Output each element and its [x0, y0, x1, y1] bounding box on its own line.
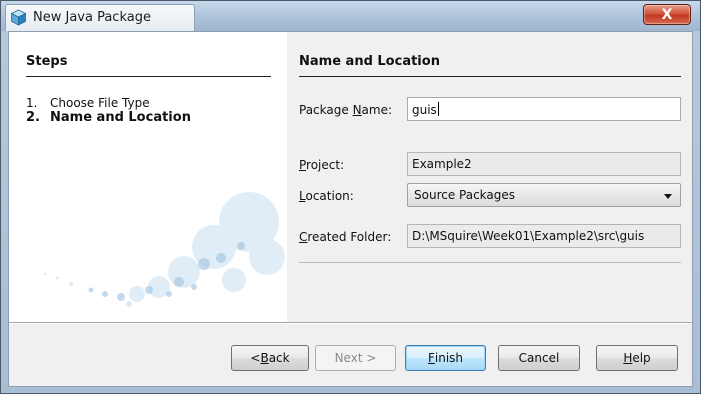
- dialog-content: Steps 1. Choose File Type 2. Name and Loca…: [8, 31, 693, 387]
- next-button[interactable]: Next >: [315, 345, 396, 371]
- location-label: Location:: [299, 189, 354, 203]
- back-button[interactable]: < Back: [231, 345, 309, 371]
- title-bar[interactable]: New Java Package X: [1, 1, 700, 31]
- package-name-input[interactable]: guis: [407, 97, 681, 121]
- section-divider: [299, 76, 681, 77]
- location-dropdown[interactable]: Source Packages: [407, 183, 681, 207]
- location-selected-value: Source Packages: [414, 188, 516, 202]
- dialog-window: New Java Package X Steps 1. Choose File …: [0, 0, 701, 394]
- button-bar-separator-highlight: [9, 323, 692, 324]
- created-folder-field: D:\MSquire\Week01\Example2\src\guis: [407, 224, 681, 248]
- panel-divider: [299, 262, 681, 263]
- help-button[interactable]: Help: [596, 345, 678, 371]
- project-field: Example2: [407, 152, 681, 176]
- project-label: Project:: [299, 158, 345, 172]
- steps-panel: Steps 1. Choose File Type 2. Name and Loca…: [9, 32, 287, 322]
- close-button[interactable]: X: [643, 4, 691, 25]
- finish-button[interactable]: Finish: [405, 345, 486, 371]
- close-icon: X: [661, 6, 673, 23]
- cancel-button[interactable]: Cancel: [498, 345, 580, 371]
- package-name-label: Package Name:: [299, 103, 393, 117]
- netbeans-cube-icon: [10, 9, 27, 26]
- chevron-down-icon: [664, 194, 672, 199]
- steps-title: Steps: [26, 54, 68, 69]
- text-caret: [437, 102, 439, 116]
- created-folder-label: Created Folder:: [299, 230, 392, 244]
- section-title: Name and Location: [299, 54, 440, 69]
- step-label: Name and Location: [50, 110, 191, 125]
- step-item-choose-file-type: 1. Choose File Type: [26, 96, 150, 110]
- step-item-name-and-location: 2. Name and Location: [26, 110, 191, 125]
- window-title: New Java Package: [33, 10, 151, 25]
- step-label: Choose File Type: [50, 96, 150, 110]
- steps-divider: [26, 76, 271, 77]
- name-location-panel: Name and Location Package Name: guis Pro…: [287, 32, 692, 322]
